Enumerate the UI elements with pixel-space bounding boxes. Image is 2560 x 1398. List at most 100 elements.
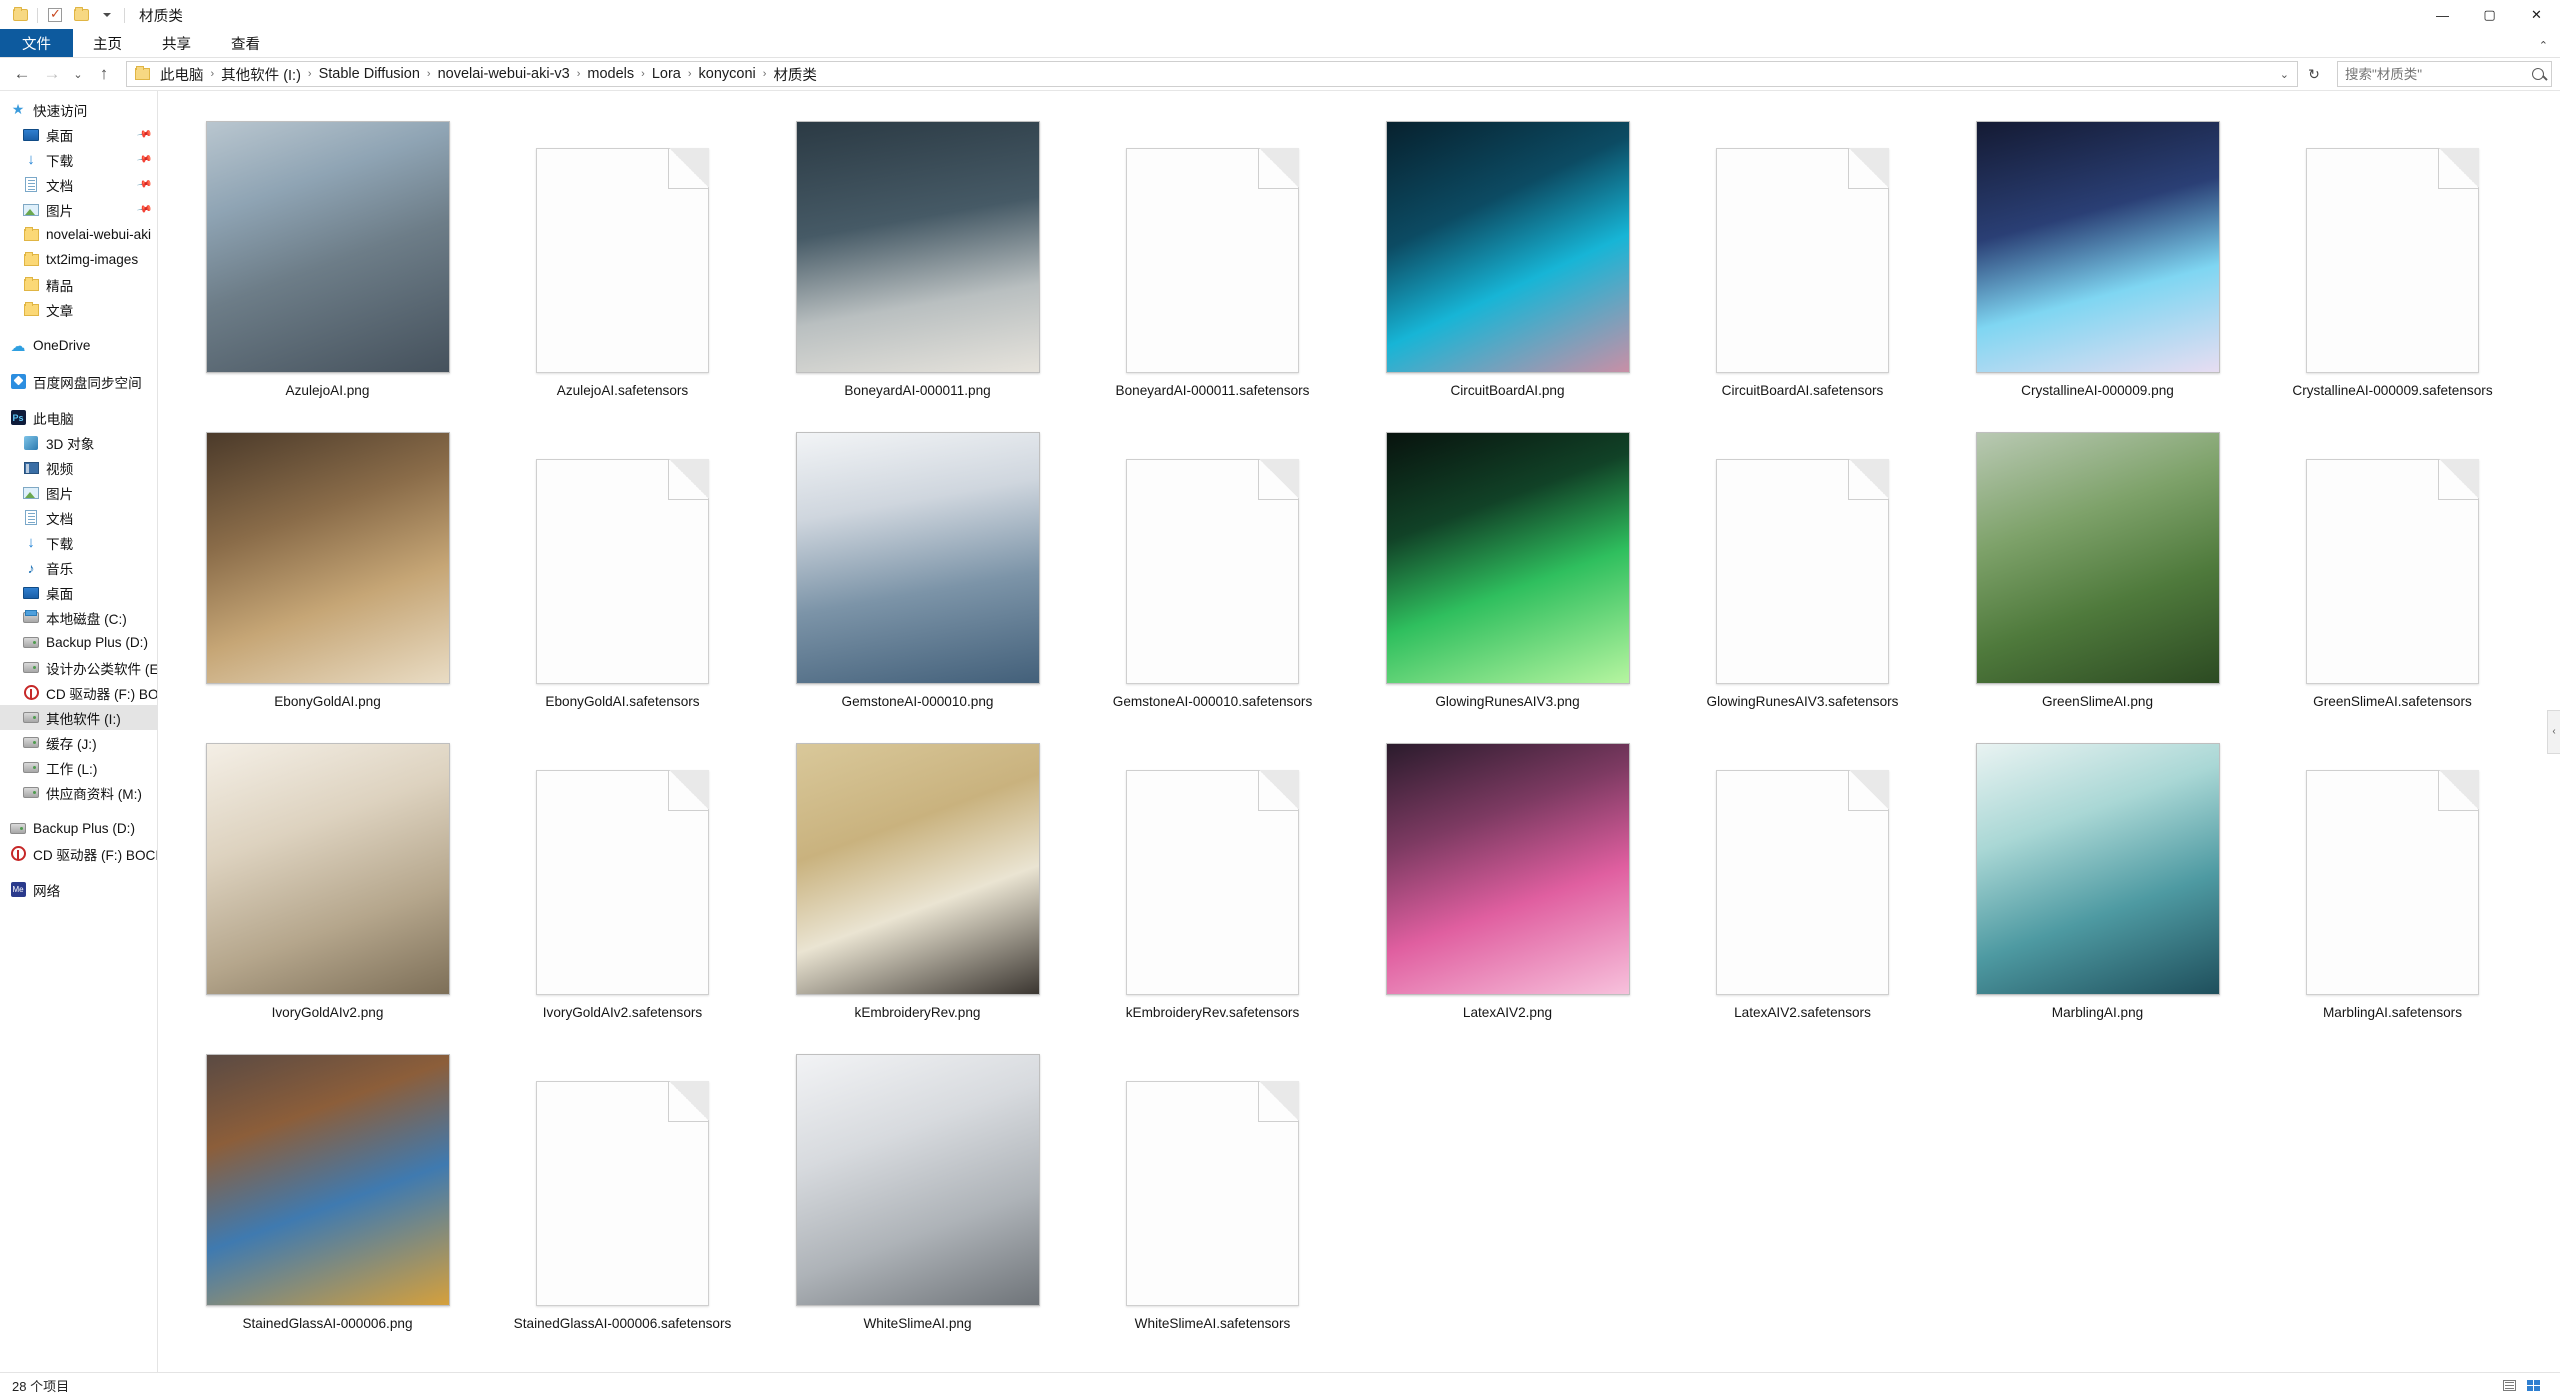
sidebar-item-quick-access-1[interactable]: 桌面 📌	[0, 122, 157, 147]
generic-file-icon[interactable]	[536, 459, 709, 684]
large-icons-view-button[interactable]	[2522, 1376, 2544, 1396]
file-item[interactable]: kEmbroideryRev.png	[770, 727, 1065, 1020]
expand-ribbon-icon[interactable]: ⌃	[2539, 39, 2548, 52]
image-thumbnail[interactable]	[205, 432, 450, 684]
sidebar-item-quick-access-3[interactable]: 文档 📌	[0, 172, 157, 197]
file-item[interactable]: WhiteSlimeAI.png	[770, 1038, 1065, 1331]
generic-file-icon[interactable]	[1126, 459, 1299, 684]
file-item[interactable]: BoneyardAI-000011.png	[770, 105, 1065, 398]
file-name-label[interactable]: WhiteSlimeAI.safetensors	[1135, 1316, 1291, 1331]
search-icon[interactable]	[2532, 68, 2544, 80]
tab-home[interactable]: 主页	[73, 29, 142, 57]
recent-locations-icon[interactable]: ⌄	[68, 61, 88, 87]
sidebar-item-this-pc-13[interactable]: 缓存 (J:)	[0, 730, 157, 755]
image-thumbnail[interactable]	[795, 121, 1040, 373]
file-item[interactable]: AzulejoAI.png	[180, 105, 475, 398]
search-box[interactable]	[2337, 61, 2552, 87]
file-name-label[interactable]: CrystallineAI-000009.png	[2021, 383, 2174, 398]
generic-file-icon[interactable]	[1126, 1081, 1299, 1306]
sidebar-item-this-pc-12[interactable]: 其他软件 (I:)	[0, 705, 157, 730]
file-name-label[interactable]: IvoryGoldAIv2.png	[272, 1005, 384, 1020]
sidebar-item-quick-access-6[interactable]: txt2img-images	[0, 247, 157, 272]
image-thumbnail[interactable]	[1385, 121, 1630, 373]
breadcrumb-item-5[interactable]: Lora	[647, 64, 686, 84]
file-item[interactable]: GlowingRunesAIV3.png	[1360, 416, 1655, 709]
file-name-label[interactable]: kEmbroideryRev.safetensors	[1126, 1005, 1300, 1020]
file-item[interactable]: MarblingAI.safetensors	[2245, 727, 2540, 1020]
breadcrumb-dropdown-icon[interactable]: ⌄	[2280, 68, 2289, 81]
sidebar-item-quick-access-0[interactable]: ★ 快速访问	[0, 97, 157, 122]
file-item[interactable]: CrystallineAI-000009.png	[1950, 105, 2245, 398]
file-item[interactable]: MarblingAI.png	[1950, 727, 2245, 1020]
pin-icon[interactable]: 📌	[136, 176, 153, 192]
breadcrumb-separator[interactable]: ›	[306, 68, 314, 80]
breadcrumb-item-0[interactable]: 此电脑	[155, 62, 209, 87]
up-button[interactable]: ↑	[90, 61, 118, 87]
file-item[interactable]: StainedGlassAI-000006.safetensors	[475, 1038, 770, 1331]
details-view-button[interactable]	[2498, 1376, 2520, 1396]
file-name-label[interactable]: GlowingRunesAIV3.png	[1435, 694, 1579, 709]
generic-file-icon[interactable]	[1126, 770, 1299, 995]
file-name-label[interactable]: MarblingAI.png	[2052, 1005, 2143, 1020]
tab-view[interactable]: 查看	[211, 29, 280, 57]
image-thumbnail[interactable]	[1975, 743, 2220, 995]
sidebar-item-this-pc-14[interactable]: 工作 (L:)	[0, 755, 157, 780]
file-item[interactable]: CircuitBoardAI.safetensors	[1655, 105, 1950, 398]
sidebar-item-this-pc-11[interactable]: CD 驱动器 (F:) BOCI	[0, 680, 157, 705]
file-item[interactable]: LatexAIV2.png	[1360, 727, 1655, 1020]
image-thumbnail[interactable]	[1975, 121, 2220, 373]
new-folder-icon[interactable]	[68, 2, 94, 28]
tab-file[interactable]: 文件	[0, 29, 73, 57]
file-item[interactable]: IvoryGoldAIv2.png	[180, 727, 475, 1020]
generic-file-icon[interactable]	[536, 148, 709, 373]
sidebar-item-quick-access-5[interactable]: novelai-webui-aki	[0, 222, 157, 247]
sidebar-item-this-pc-5[interactable]: ↓ 下载	[0, 530, 157, 555]
sidebar-item-this-pc-6[interactable]: ♪ 音乐	[0, 555, 157, 580]
file-name-label[interactable]: kEmbroideryRev.png	[855, 1005, 981, 1020]
explorer-folder-icon[interactable]	[7, 2, 33, 28]
pin-icon[interactable]: 📌	[136, 126, 153, 142]
file-name-label[interactable]: GreenSlimeAI.png	[2042, 694, 2153, 709]
file-item[interactable]: kEmbroideryRev.safetensors	[1065, 727, 1360, 1020]
file-name-label[interactable]: BoneyardAI-000011.safetensors	[1116, 383, 1310, 398]
breadcrumb-item-3[interactable]: novelai-webui-aki-v3	[433, 64, 575, 84]
breadcrumb-item-4[interactable]: models	[582, 64, 639, 84]
file-name-label[interactable]: EbonyGoldAI.safetensors	[545, 694, 699, 709]
file-item[interactable]: IvoryGoldAIv2.safetensors	[475, 727, 770, 1020]
image-thumbnail[interactable]	[205, 121, 450, 373]
pin-icon[interactable]: 📌	[136, 201, 153, 217]
breadcrumb-item-1[interactable]: 其他软件 (I:)	[216, 62, 306, 87]
breadcrumb-separator[interactable]: ›	[686, 68, 694, 80]
collapse-preview-pane-icon[interactable]: ‹	[2547, 709, 2560, 754]
sidebar-item-this-pc-0[interactable]: Ps 此电脑	[0, 405, 157, 430]
file-name-label[interactable]: GemstoneAI-000010.png	[842, 694, 994, 709]
file-item[interactable]: EbonyGoldAI.safetensors	[475, 416, 770, 709]
generic-file-icon[interactable]	[2306, 148, 2479, 373]
file-name-label[interactable]: CircuitBoardAI.safetensors	[1722, 383, 1884, 398]
file-name-label[interactable]: CrystallineAI-000009.safetensors	[2292, 383, 2492, 398]
sidebar-item-onedrive-0[interactable]: ☁ OneDrive	[0, 333, 157, 358]
file-item[interactable]: AzulejoAI.safetensors	[475, 105, 770, 398]
file-name-label[interactable]: CircuitBoardAI.png	[1450, 383, 1564, 398]
sidebar-item-devices-1[interactable]: CD 驱动器 (F:) BOCI	[0, 841, 157, 866]
breadcrumb[interactable]: 此电脑 › 其他软件 (I:) › Stable Diffusion › nov…	[126, 61, 2298, 87]
breadcrumb-separator[interactable]: ›	[761, 68, 769, 80]
file-name-label[interactable]: GreenSlimeAI.safetensors	[2313, 694, 2472, 709]
file-name-label[interactable]: AzulejoAI.png	[286, 383, 370, 398]
file-name-label[interactable]: GlowingRunesAIV3.safetensors	[1707, 694, 1899, 709]
image-thumbnail[interactable]	[795, 1054, 1040, 1306]
file-item[interactable]: GreenSlimeAI.safetensors	[2245, 416, 2540, 709]
properties-checkbox-icon[interactable]	[42, 2, 68, 28]
file-name-label[interactable]: StainedGlassAI-000006.safetensors	[514, 1316, 732, 1331]
generic-file-icon[interactable]	[2306, 459, 2479, 684]
sidebar-item-quick-access-2[interactable]: ↓ 下载 📌	[0, 147, 157, 172]
file-item[interactable]: CircuitBoardAI.png	[1360, 105, 1655, 398]
minimize-button[interactable]: —	[2419, 0, 2466, 30]
file-name-label[interactable]: GemstoneAI-000010.safetensors	[1113, 694, 1313, 709]
file-name-label[interactable]: MarblingAI.safetensors	[2323, 1005, 2462, 1020]
generic-file-icon[interactable]	[1716, 770, 1889, 995]
sidebar-item-this-pc-3[interactable]: 图片	[0, 480, 157, 505]
breadcrumb-item-7[interactable]: 材质类	[768, 62, 822, 87]
file-item[interactable]: GemstoneAI-000010.png	[770, 416, 1065, 709]
sidebar-item-this-pc-2[interactable]: 视频	[0, 455, 157, 480]
